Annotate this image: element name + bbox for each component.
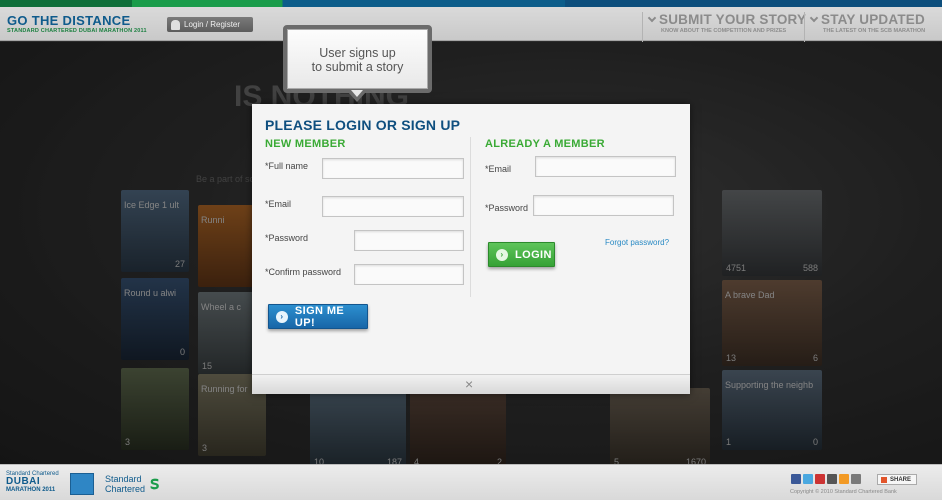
sign-me-up-label: SIGN ME UP! [294, 304, 345, 329]
user-icon [171, 19, 180, 30]
share-plus-icon [881, 476, 887, 483]
nav-submit-story-title: SUBMIT YOUR STORY [659, 12, 807, 27]
callout-text: User signs up to submit a story [287, 46, 428, 74]
sc-logo-line2: Chartered [105, 484, 146, 494]
nav-stay-updated[interactable]: STAY UPDATED THE LATEST ON THE SCB MARAT… [804, 12, 925, 42]
login-password-field[interactable] [533, 195, 674, 216]
column-divider [470, 137, 471, 297]
full-name-label: *Full name [265, 161, 309, 171]
sign-me-up-button[interactable]: › SIGN ME UP! [268, 304, 368, 329]
callout-pointer-inner [351, 90, 363, 97]
signup-email-field[interactable] [322, 196, 464, 217]
arrow-right-icon: › [496, 248, 508, 261]
marathon-badge-icon [70, 473, 94, 495]
arrow-right-icon: › [276, 310, 288, 323]
login-register-label: Login / Register [184, 20, 241, 29]
rss-icon[interactable] [839, 474, 849, 484]
login-register-button[interactable]: Login / Register [167, 17, 253, 32]
brand-subtitle: STANDARD CHARTERED DUBAI MARATHON 2011 [7, 28, 147, 34]
callout-line2: to submit a story [311, 60, 404, 74]
login-email-field[interactable] [535, 156, 676, 177]
nav-submit-story-subtitle: KNOW ABOUT THE COMPETITION AND PRIZES [661, 28, 787, 34]
modal-title: PLEASE LOGIN OR SIGN UP [265, 117, 461, 133]
close-icon[interactable]: × [465, 377, 473, 391]
social-icons [791, 474, 861, 484]
modal-footer-bar: × [252, 374, 690, 394]
site-footer: Standard Chartered DUBAI MARATHON 2011 S… [0, 464, 942, 500]
confirm-password-field[interactable] [354, 264, 464, 285]
copyright-text: Copyright © 2010 Standard Chartered Bank [790, 489, 897, 495]
nav-stay-updated-title: STAY UPDATED [821, 12, 925, 27]
callout-line1: User signs up [319, 46, 396, 60]
login-button[interactable]: › LOGIN [488, 242, 555, 267]
new-member-heading: NEW MEMBER [265, 138, 346, 150]
login-signup-modal: PLEASE LOGIN OR SIGN UP NEW MEMBER ALREA… [252, 104, 690, 394]
sc-mark-icon: ꜱ [150, 473, 160, 493]
nav-stay-updated-subtitle: THE LATEST ON THE SCB MARATHON [823, 28, 926, 34]
brand-title[interactable]: GO THE DISTANCE [7, 13, 130, 28]
site-header: GO THE DISTANCE STANDARD CHARTERED DUBAI… [0, 7, 942, 42]
facebook-icon[interactable] [791, 474, 801, 484]
sc-logo[interactable]: Standard Chartered [105, 474, 145, 494]
youtube-icon[interactable] [815, 474, 825, 484]
delicious-icon[interactable] [827, 474, 837, 484]
signup-email-label: *Email [265, 199, 292, 209]
forgot-password-link[interactable]: Forgot password? [605, 238, 669, 247]
nav-submit-story[interactable]: SUBMIT YOUR STORY KNOW ABOUT THE COMPETI… [642, 12, 806, 42]
brand-stripe [0, 0, 942, 7]
sc-logo-line1: Standard [105, 474, 142, 484]
chevron-down-icon [809, 13, 819, 22]
signup-password-field[interactable] [354, 230, 464, 251]
already-member-heading: ALREADY A MEMBER [485, 138, 605, 150]
share-label: SHARE [890, 476, 912, 483]
signup-password-label: *Password [265, 233, 309, 243]
full-name-field[interactable] [322, 158, 464, 179]
share-button[interactable]: SHARE [877, 474, 917, 485]
twitter-icon[interactable] [803, 474, 813, 484]
annotation-callout: User signs up to submit a story [283, 25, 432, 93]
login-password-label: *Password [485, 203, 529, 213]
email-icon[interactable] [851, 474, 861, 484]
confirm-password-label: *Confirm password [265, 267, 342, 277]
chevron-down-icon [647, 13, 657, 22]
login-label: LOGIN [515, 248, 552, 261]
login-email-label: *Email [485, 164, 512, 174]
